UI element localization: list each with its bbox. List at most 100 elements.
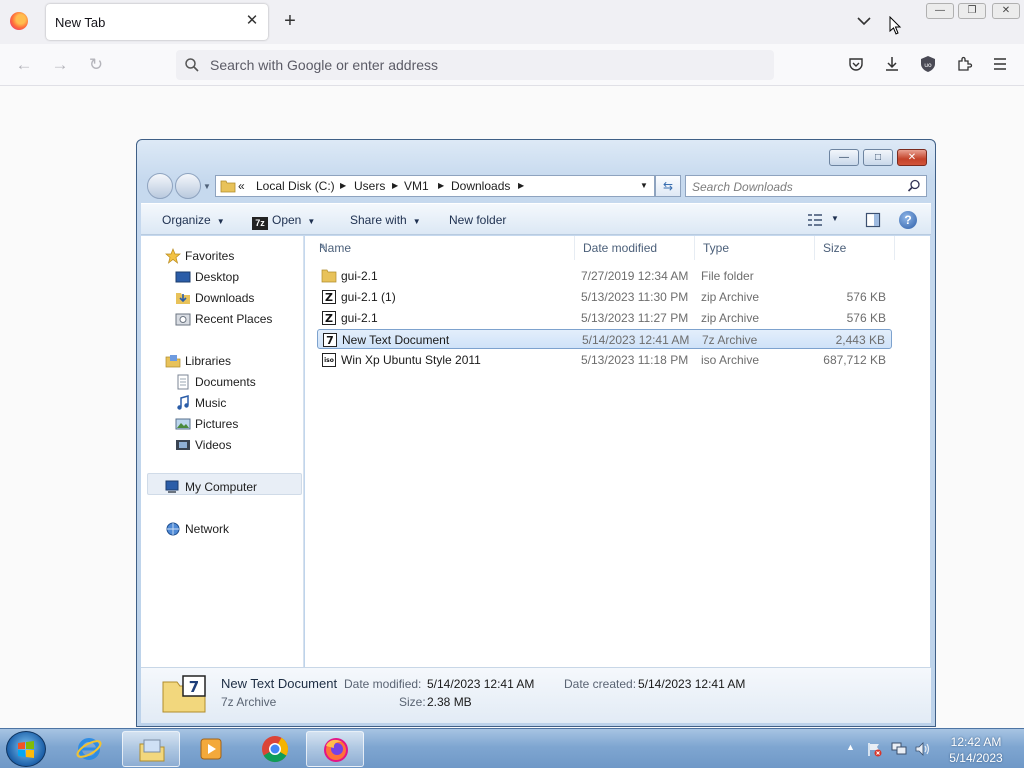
file-list-pane: Name ▲ Date modified Type Size gui-2.1 7/… — [305, 236, 930, 667]
recent-places-icon — [175, 313, 191, 326]
taskbar-windows-explorer[interactable] — [122, 731, 180, 767]
menu-hamburger-icon[interactable] — [991, 55, 1009, 73]
browser-close-button[interactable]: ✕ — [992, 3, 1020, 19]
7zip-icon: 7z — [252, 217, 268, 230]
explorer-minimize-button[interactable]: — — [829, 149, 859, 166]
breadcrumb-chevron-icon[interactable]: ▶ — [518, 181, 524, 190]
breadcrumb-local-disk[interactable]: Local Disk (C:) — [256, 179, 335, 193]
file-name: gui-2.1 — [341, 269, 378, 283]
recent-pages-dropdown-icon[interactable]: ▼ — [203, 182, 211, 191]
file-date: 7/27/2019 12:34 AM — [581, 269, 689, 283]
breadcrumb-chevron-icon[interactable]: ▶ — [438, 181, 444, 190]
column-header-name[interactable]: Name ▲ — [311, 236, 575, 260]
taskbar-chrome[interactable] — [246, 731, 304, 767]
nav-label: Favorites — [185, 249, 235, 263]
breadcrumb-chevron-icon[interactable]: ▶ — [392, 181, 398, 190]
breadcrumb-downloads[interactable]: Downloads — [451, 179, 510, 193]
back-arrow-icon[interactable]: ← — [15, 56, 33, 74]
column-header-date-modified[interactable]: Date modified — [575, 236, 695, 260]
documents-icon — [177, 374, 189, 390]
reload-icon[interactable]: ↻ — [87, 56, 105, 74]
column-header-type[interactable]: Type — [695, 236, 815, 260]
navigation-pane: Favorites Desktop Downloads Recent Place… — [141, 236, 304, 667]
taskbar-firefox[interactable] — [306, 731, 364, 767]
url-input[interactable] — [210, 56, 750, 74]
volume-speaker-icon[interactable] — [914, 741, 932, 757]
share-with-label: Share with — [350, 213, 407, 227]
new-tab-button[interactable]: + — [280, 10, 300, 32]
preview-pane-icon[interactable] — [865, 212, 881, 228]
clock-time: 12:42 AM — [950, 735, 1002, 749]
explorer-back-button[interactable] — [147, 173, 173, 199]
details-date-modified: 5/14/2023 12:41 AM — [427, 677, 535, 691]
file-name: New Text Document — [342, 333, 450, 347]
file-row-selected[interactable]: 7 New Text Document 5/14/2023 12:41 AM 7… — [317, 329, 892, 349]
new-folder-button[interactable]: New folder — [449, 213, 506, 227]
explorer-forward-button[interactable] — [175, 173, 201, 199]
taskbar-internet-explorer[interactable] — [60, 731, 118, 767]
nav-label: Videos — [195, 438, 232, 452]
svg-text:Z: Z — [325, 291, 333, 304]
folder-icon — [220, 180, 236, 193]
file-row[interactable]: iso Win Xp Ubuntu Style 2011 5/13/2023 1… — [317, 350, 892, 370]
search-icon[interactable] — [907, 179, 921, 193]
search-downloads-input[interactable] — [692, 179, 902, 194]
system-clock[interactable]: 12:42 AM 5/14/2023 — [940, 734, 1012, 766]
breadcrumb-overflow[interactable]: « — [238, 179, 245, 193]
browser-maximize-button[interactable]: ❐ — [958, 3, 986, 19]
column-header-size[interactable]: Size — [815, 236, 895, 260]
nav-label: Recent Places — [195, 312, 273, 326]
downloads-icon[interactable] — [883, 55, 901, 73]
file-row[interactable]: Z gui-2.1 5/13/2023 11:27 PM zip Archive… — [317, 308, 892, 328]
nav-label: Downloads — [195, 291, 255, 305]
view-options-dropdown-icon[interactable]: ▼ — [831, 214, 839, 223]
browser-minimize-button[interactable]: — — [926, 3, 954, 19]
desktop-icon — [175, 271, 191, 283]
extensions-puzzle-icon[interactable] — [955, 55, 973, 73]
folder-icon — [321, 269, 337, 283]
explorer-maximize-button[interactable]: □ — [863, 149, 893, 166]
7z-archive-icon: 7 — [323, 333, 337, 347]
taskbar-media-player[interactable] — [182, 731, 240, 767]
file-date: 5/14/2023 12:41 AM — [582, 333, 690, 347]
breadcrumb-chevron-icon[interactable]: ▶ — [340, 181, 346, 190]
ublock-shield-icon[interactable]: uo — [919, 55, 937, 73]
list-all-tabs-icon[interactable] — [855, 12, 873, 30]
svg-text:uo: uo — [924, 62, 932, 69]
explorer-search-box[interactable] — [685, 175, 927, 197]
share-with-button[interactable]: Share with ▼ — [350, 213, 421, 227]
file-name: gui-2.1 — [341, 311, 378, 325]
details-file-name: New Text Document — [221, 676, 338, 691]
tab-new-tab[interactable]: New Tab ✕ — [46, 4, 268, 40]
show-hidden-icons-arrow[interactable]: ▲ — [846, 742, 855, 752]
file-explorer-folders-icon — [139, 739, 165, 762]
network-status-icon[interactable] — [890, 741, 908, 757]
help-icon[interactable]: ? — [899, 211, 917, 229]
open-button[interactable]: 7z Open ▼ — [252, 213, 315, 230]
organize-label: Organize — [162, 213, 211, 227]
pocket-icon[interactable] — [847, 55, 865, 73]
column-label: Size — [823, 241, 847, 255]
file-row[interactable]: gui-2.1 7/27/2019 12:34 AM File folder — [317, 266, 892, 286]
tab-close-icon[interactable]: ✕ — [244, 12, 260, 30]
mouse-cursor-icon — [889, 16, 902, 35]
address-history-dropdown-icon[interactable]: ▼ — [640, 181, 648, 190]
action-center-flag-icon[interactable] — [866, 741, 882, 757]
file-type: 7z Archive — [702, 333, 758, 347]
refresh-button[interactable]: ⇆ — [655, 175, 681, 197]
details-size-label: Size: — [399, 695, 426, 709]
file-date: 5/13/2023 11:18 PM — [581, 353, 689, 367]
details-date-modified-label: Date modified: — [344, 677, 422, 691]
file-row[interactable]: Z gui-2.1 (1) 5/13/2023 11:30 PM zip Arc… — [317, 287, 892, 307]
start-button[interactable] — [6, 731, 46, 767]
organize-button[interactable]: Organize ▼ — [162, 213, 225, 227]
change-view-icon[interactable] — [807, 212, 823, 228]
forward-arrow-icon[interactable]: → — [51, 56, 69, 74]
breadcrumb-users[interactable]: Users — [354, 179, 385, 193]
explorer-close-button[interactable]: ✕ — [897, 149, 927, 166]
file-size: 576 KB — [846, 311, 886, 325]
breadcrumb-vm1[interactable]: VM1 — [404, 179, 429, 193]
file-type: zip Archive — [701, 290, 760, 304]
explorer-address-bar[interactable]: « Local Disk (C:) ▶ Users ▶ VM1 ▶ Downlo… — [215, 175, 655, 197]
address-bar[interactable] — [176, 50, 774, 80]
